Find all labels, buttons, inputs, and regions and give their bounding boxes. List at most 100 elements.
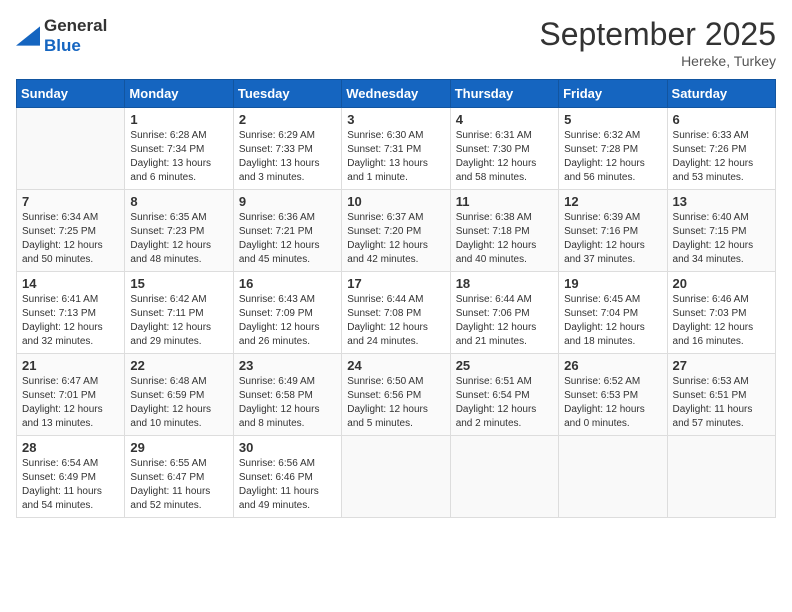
day-number: 27: [673, 358, 770, 373]
day-info: Sunrise: 6:29 AM Sunset: 7:33 PM Dayligh…: [239, 129, 336, 185]
day-number: 25: [456, 358, 553, 373]
calendar-week-row: 1Sunrise: 6:28 AM Sunset: 7:34 PM Daylig…: [17, 108, 776, 190]
day-info: Sunrise: 6:33 AM Sunset: 7:26 PM Dayligh…: [673, 129, 770, 185]
calendar-day-cell: 27 Sunrise: 6:53 AM Sunset: 6:51 PM Dayli…: [667, 354, 775, 436]
day-number: 3: [347, 112, 444, 127]
calendar-day-cell: 14 Sunrise: 6:41 AM Sunset: 7:13 PM Dayli…: [17, 272, 125, 354]
day-number: 22: [130, 358, 227, 373]
day-info: Sunrise: 6:31 AM Sunset: 7:30 PM Dayligh…: [456, 129, 553, 185]
day-number: 6: [673, 112, 770, 127]
calendar-week-row: 28 Sunrise: 6:54 AM Sunset: 6:49 PM Dayli…: [17, 436, 776, 518]
day-info: Sunrise: 6:38 AM Sunset: 7:18 PM Dayligh…: [456, 211, 553, 267]
day-number: 14: [22, 276, 119, 291]
day-number: 9: [239, 194, 336, 209]
day-info: Sunrise: 6:40 AM Sunset: 7:15 PM Dayligh…: [673, 211, 770, 267]
calendar-week-row: 21 Sunrise: 6:47 AM Sunset: 7:01 PM Dayli…: [17, 354, 776, 436]
day-info: Sunrise: 6:46 AM Sunset: 7:03 PM Dayligh…: [673, 293, 770, 349]
day-number: 5: [564, 112, 661, 127]
calendar-table: SundayMondayTuesdayWednesdayThursdayFrid…: [16, 79, 776, 518]
day-info: Sunrise: 6:43 AM Sunset: 7:09 PM Dayligh…: [239, 293, 336, 349]
calendar-day-cell: 6 Sunrise: 6:33 AM Sunset: 7:26 PM Daylig…: [667, 108, 775, 190]
day-info: Sunrise: 6:47 AM Sunset: 7:01 PM Dayligh…: [22, 375, 119, 431]
weekday-header: Thursday: [450, 80, 558, 108]
calendar-week-row: 14 Sunrise: 6:41 AM Sunset: 7:13 PM Dayli…: [17, 272, 776, 354]
calendar-day-cell: [450, 436, 558, 518]
day-number: 21: [22, 358, 119, 373]
day-info: Sunrise: 6:32 AM Sunset: 7:28 PM Dayligh…: [564, 129, 661, 185]
day-number: 16: [239, 276, 336, 291]
day-info: Sunrise: 6:51 AM Sunset: 6:54 PM Dayligh…: [456, 375, 553, 431]
day-number: 30: [239, 440, 336, 455]
weekday-header: Monday: [125, 80, 233, 108]
day-number: 8: [130, 194, 227, 209]
calendar-week-row: 7Sunrise: 6:34 AM Sunset: 7:25 PM Daylig…: [17, 190, 776, 272]
calendar-day-cell: 10 Sunrise: 6:37 AM Sunset: 7:20 PM Dayli…: [342, 190, 450, 272]
calendar-day-cell: 12 Sunrise: 6:39 AM Sunset: 7:16 PM Dayli…: [559, 190, 667, 272]
day-info: Sunrise: 6:35 AM Sunset: 7:23 PM Dayligh…: [130, 211, 227, 267]
calendar-day-cell: 3Sunrise: 6:30 AM Sunset: 7:31 PM Daylig…: [342, 108, 450, 190]
weekday-header: Friday: [559, 80, 667, 108]
logo-general: General: [44, 16, 107, 35]
calendar-day-cell: 4Sunrise: 6:31 AM Sunset: 7:30 PM Daylig…: [450, 108, 558, 190]
day-info: Sunrise: 6:53 AM Sunset: 6:51 PM Dayligh…: [673, 375, 770, 431]
calendar-day-cell: 19Sunrise: 6:45 AM Sunset: 7:04 PM Dayli…: [559, 272, 667, 354]
calendar-day-cell: 7Sunrise: 6:34 AM Sunset: 7:25 PM Daylig…: [17, 190, 125, 272]
calendar-day-cell: 24 Sunrise: 6:50 AM Sunset: 6:56 PM Dayli…: [342, 354, 450, 436]
calendar-day-cell: 16 Sunrise: 6:43 AM Sunset: 7:09 PM Dayli…: [233, 272, 341, 354]
logo-icon: [16, 26, 40, 46]
calendar-day-cell: 26Sunrise: 6:52 AM Sunset: 6:53 PM Dayli…: [559, 354, 667, 436]
calendar-day-cell: 17Sunrise: 6:44 AM Sunset: 7:08 PM Dayli…: [342, 272, 450, 354]
calendar-day-cell: 23 Sunrise: 6:49 AM Sunset: 6:58 PM Dayli…: [233, 354, 341, 436]
day-info: Sunrise: 6:50 AM Sunset: 6:56 PM Dayligh…: [347, 375, 444, 431]
page-header: General Blue September 2025 Hereke, Turk…: [16, 16, 776, 69]
day-number: 24: [347, 358, 444, 373]
calendar-day-cell: 28 Sunrise: 6:54 AM Sunset: 6:49 PM Dayli…: [17, 436, 125, 518]
day-number: 11: [456, 194, 553, 209]
day-info: Sunrise: 6:42 AM Sunset: 7:11 PM Dayligh…: [130, 293, 227, 349]
day-info: Sunrise: 6:39 AM Sunset: 7:16 PM Dayligh…: [564, 211, 661, 267]
day-number: 26: [564, 358, 661, 373]
day-info: Sunrise: 6:36 AM Sunset: 7:21 PM Dayligh…: [239, 211, 336, 267]
day-info: Sunrise: 6:41 AM Sunset: 7:13 PM Dayligh…: [22, 293, 119, 349]
day-info: Sunrise: 6:44 AM Sunset: 7:08 PM Dayligh…: [347, 293, 444, 349]
location: Hereke, Turkey: [539, 53, 776, 69]
calendar-day-cell: 18Sunrise: 6:44 AM Sunset: 7:06 PM Dayli…: [450, 272, 558, 354]
day-number: 28: [22, 440, 119, 455]
day-number: 13: [673, 194, 770, 209]
logo-blue: Blue: [44, 36, 81, 55]
calendar-day-cell: 15Sunrise: 6:42 AM Sunset: 7:11 PM Dayli…: [125, 272, 233, 354]
calendar-day-cell: [17, 108, 125, 190]
day-number: 23: [239, 358, 336, 373]
day-number: 1: [130, 112, 227, 127]
day-number: 7: [22, 194, 119, 209]
day-info: Sunrise: 6:54 AM Sunset: 6:49 PM Dayligh…: [22, 457, 119, 513]
calendar-day-cell: 22Sunrise: 6:48 AM Sunset: 6:59 PM Dayli…: [125, 354, 233, 436]
day-info: Sunrise: 6:45 AM Sunset: 7:04 PM Dayligh…: [564, 293, 661, 349]
day-number: 12: [564, 194, 661, 209]
calendar-day-cell: 13 Sunrise: 6:40 AM Sunset: 7:15 PM Dayli…: [667, 190, 775, 272]
calendar-day-cell: [667, 436, 775, 518]
day-info: Sunrise: 6:55 AM Sunset: 6:47 PM Dayligh…: [130, 457, 227, 513]
calendar-day-cell: 8 Sunrise: 6:35 AM Sunset: 7:23 PM Daylig…: [125, 190, 233, 272]
day-info: Sunrise: 6:49 AM Sunset: 6:58 PM Dayligh…: [239, 375, 336, 431]
day-info: Sunrise: 6:37 AM Sunset: 7:20 PM Dayligh…: [347, 211, 444, 267]
day-info: Sunrise: 6:56 AM Sunset: 6:46 PM Dayligh…: [239, 457, 336, 513]
calendar-day-cell: 20Sunrise: 6:46 AM Sunset: 7:03 PM Dayli…: [667, 272, 775, 354]
weekday-header: Wednesday: [342, 80, 450, 108]
calendar-day-cell: 21 Sunrise: 6:47 AM Sunset: 7:01 PM Dayli…: [17, 354, 125, 436]
day-number: 10: [347, 194, 444, 209]
calendar-day-cell: 11 Sunrise: 6:38 AM Sunset: 7:18 PM Dayli…: [450, 190, 558, 272]
day-number: 2: [239, 112, 336, 127]
day-info: Sunrise: 6:44 AM Sunset: 7:06 PM Dayligh…: [456, 293, 553, 349]
calendar-day-cell: 29Sunrise: 6:55 AM Sunset: 6:47 PM Dayli…: [125, 436, 233, 518]
calendar-day-cell: 9 Sunrise: 6:36 AM Sunset: 7:21 PM Daylig…: [233, 190, 341, 272]
calendar-header-row: SundayMondayTuesdayWednesdayThursdayFrid…: [17, 80, 776, 108]
calendar-day-cell: 2 Sunrise: 6:29 AM Sunset: 7:33 PM Daylig…: [233, 108, 341, 190]
weekday-header: Saturday: [667, 80, 775, 108]
weekday-header: Tuesday: [233, 80, 341, 108]
month-title: September 2025: [539, 16, 776, 53]
calendar-day-cell: 1Sunrise: 6:28 AM Sunset: 7:34 PM Daylig…: [125, 108, 233, 190]
calendar-day-cell: [559, 436, 667, 518]
weekday-header: Sunday: [17, 80, 125, 108]
title-block: September 2025 Hereke, Turkey: [539, 16, 776, 69]
